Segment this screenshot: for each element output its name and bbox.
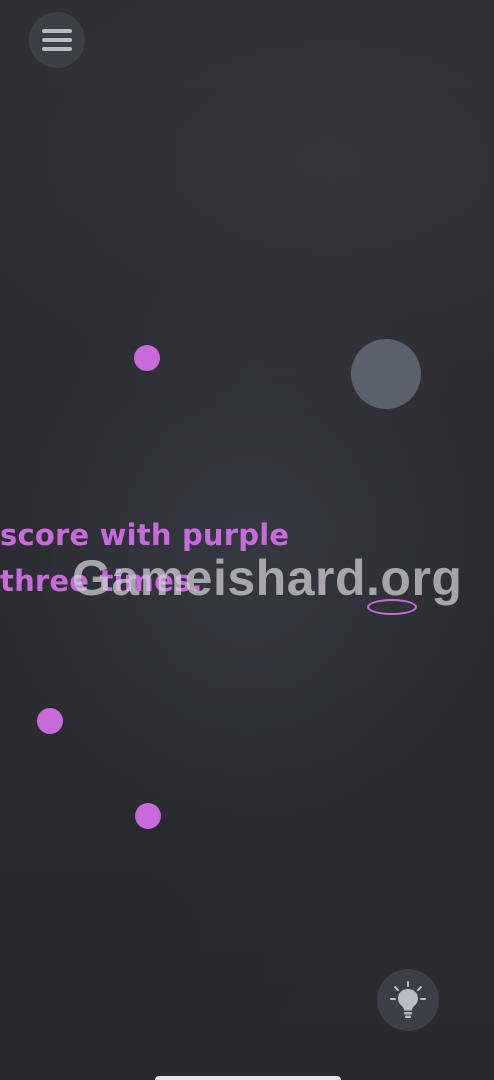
lightbulb-icon xyxy=(390,981,426,1018)
goal-ring xyxy=(367,599,417,615)
purple-dot-1[interactable] xyxy=(134,345,160,371)
hamburger-menu-icon xyxy=(42,29,72,51)
watermark: Gameishard.org xyxy=(72,550,463,606)
game-screen[interactable]: score with purple three times. Gameishar… xyxy=(0,0,494,1080)
menu-button[interactable] xyxy=(29,12,85,68)
home-indicator[interactable] xyxy=(155,1076,341,1080)
grey-ball[interactable] xyxy=(351,339,421,409)
purple-dot-2[interactable] xyxy=(37,708,63,734)
hint-button[interactable] xyxy=(377,969,439,1031)
purple-dot-3[interactable] xyxy=(135,803,161,829)
